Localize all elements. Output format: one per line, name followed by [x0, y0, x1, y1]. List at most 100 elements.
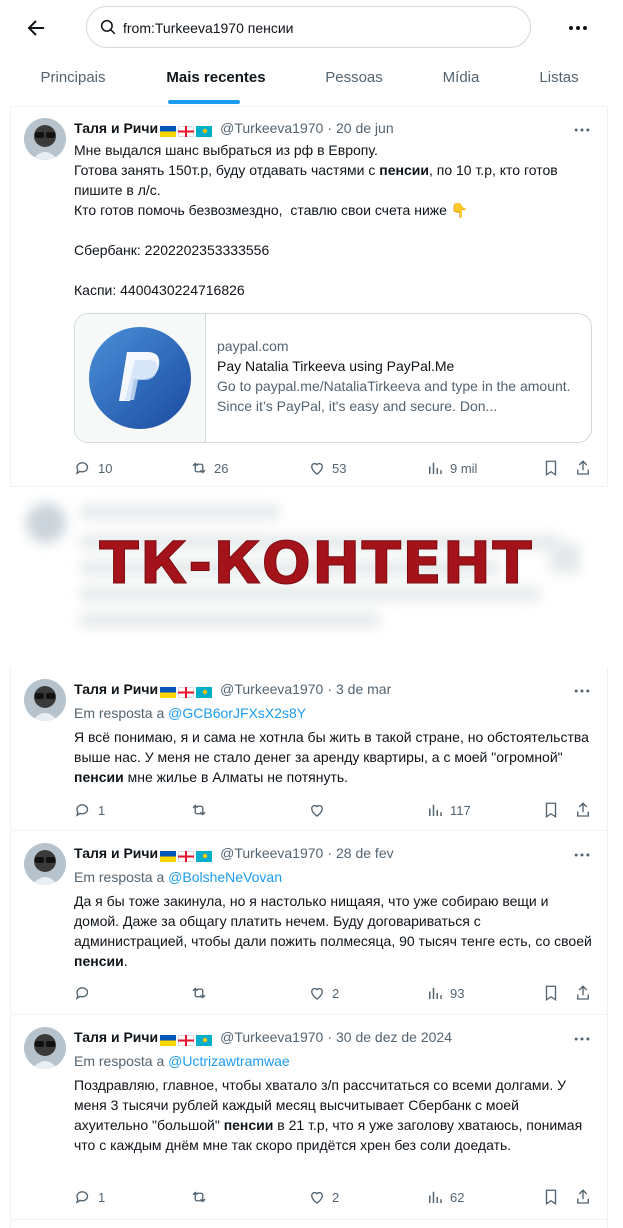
search-icon — [100, 19, 116, 35]
tweet-more-icon[interactable] — [572, 681, 592, 701]
handle[interactable]: @Turkeeva1970 — [220, 120, 323, 136]
views-button[interactable]: 9 mil — [426, 458, 477, 478]
tweet-date[interactable]: 20 de jun — [336, 120, 394, 136]
share-icon — [577, 460, 589, 475]
bookmark-button[interactable] — [542, 983, 560, 1003]
tweet-date[interactable]: 3 de mar — [336, 681, 391, 697]
reply-button[interactable] — [74, 983, 98, 1003]
tab-midia[interactable]: Mídia — [426, 56, 496, 106]
handle[interactable]: @Turkeeva1970 — [220, 681, 323, 697]
view-count: 117 — [450, 802, 471, 818]
share-button[interactable] — [574, 983, 592, 1003]
bookmark-button[interactable] — [542, 1187, 560, 1207]
views-icon — [429, 1191, 442, 1203]
tab-listas[interactable]: Listas — [524, 56, 594, 106]
display-name[interactable]: Таля и Ричи — [74, 1029, 158, 1045]
active-tab-indicator — [168, 100, 240, 104]
reply-button[interactable]: 1 — [74, 800, 105, 820]
display-name[interactable]: Таля и Ричи — [74, 120, 158, 136]
search-input[interactable] — [121, 15, 515, 41]
like-button[interactable]: 53 — [308, 458, 346, 478]
tweet-actions: 1 117 — [74, 800, 594, 820]
tweet-header: Таля и Ричи @Turkeeva1970 · 20 de jun — [74, 120, 394, 138]
kazakhstan-flag-icon — [196, 1034, 213, 1046]
tweet-date[interactable]: 30 de dez de 2024 — [336, 1029, 452, 1045]
retweet-button[interactable]: 26 — [190, 458, 228, 478]
tweet[interactable]: Таля и Ричи @Turkeeva1970 · 3 de mar Em res… — [10, 669, 608, 831]
display-name[interactable]: Таля и Ричи — [74, 681, 158, 697]
heart-icon — [311, 462, 323, 475]
reply-icon — [75, 1191, 89, 1204]
tweet-text: Я всё понимаю, я и сама не хотнла бы жит… — [74, 729, 593, 785]
link-card[interactable]: paypal.com Pay Natalia Tirkeeva using Pa… — [74, 313, 592, 443]
share-button[interactable] — [574, 1187, 592, 1207]
georgia-flag-icon — [178, 686, 195, 698]
like-count: 2 — [332, 985, 340, 1001]
avatar[interactable] — [24, 118, 66, 160]
tab-principais[interactable]: Principais — [16, 56, 130, 106]
reply-icon — [75, 462, 89, 475]
card-body: paypal.com Pay Natalia Tirkeeva using Pa… — [217, 336, 583, 416]
tweet-more-icon[interactable] — [572, 1029, 592, 1049]
bookmark-button[interactable] — [542, 458, 560, 478]
tweet[interactable]: Таля и Ричи @Turkeeva1970 · 28 de fev Em re… — [10, 831, 608, 1015]
avatar[interactable] — [24, 1027, 66, 1069]
reply-count: 1 — [98, 1189, 106, 1205]
search-box[interactable] — [86, 6, 531, 48]
retweet-button[interactable] — [190, 1187, 214, 1207]
flag-emojis — [160, 122, 214, 138]
tab-label: Principais — [40, 69, 106, 86]
tweet[interactable]: Таля и Ричи @Turkeeva1970 · 20 de jun Мне в… — [10, 106, 608, 487]
more-options-icon[interactable] — [566, 16, 590, 40]
reply-icon — [75, 987, 89, 1000]
share-button[interactable] — [574, 800, 592, 820]
heart-icon — [311, 1191, 323, 1204]
reply-button[interactable]: 1 — [74, 1187, 105, 1207]
handle[interactable]: @Turkeeva1970 — [220, 1029, 323, 1045]
tweet-actions: 10 26 53 9 mil — [74, 458, 594, 478]
retweet-button[interactable] — [190, 983, 214, 1003]
flag-emojis — [160, 683, 214, 699]
like-button[interactable]: 2 — [308, 1187, 339, 1207]
tweet-header: Таля и Ричи @Turkeeva1970 · 3 de mar — [74, 681, 392, 699]
tweet-more-icon[interactable] — [572, 845, 592, 865]
views-button[interactable]: 62 — [426, 1187, 464, 1207]
reply-to-link[interactable]: @GCB6orJFXsX2s8Y — [168, 705, 306, 721]
handle[interactable]: @Turkeeva1970 — [220, 845, 323, 861]
like-button[interactable] — [308, 800, 332, 820]
flag-emojis — [160, 1031, 214, 1047]
tweet-date[interactable]: 28 de fev — [336, 845, 394, 861]
tweet-actions: 1 2 62 — [74, 1187, 594, 1207]
tab-label: Pessoas — [325, 69, 383, 86]
retweet-button[interactable] — [190, 800, 214, 820]
retweet-icon — [192, 987, 206, 999]
views-button[interactable]: 117 — [426, 800, 471, 820]
reply-to-link[interactable]: @Uctrizawtramwae — [168, 1053, 290, 1069]
ukraine-flag-icon — [160, 125, 177, 137]
tweet-header: Таля и Ричи @Turkeeva1970 · 30 de dez de 20… — [74, 1029, 452, 1047]
like-button[interactable]: 2 — [308, 983, 339, 1003]
tab-mais-recentes[interactable]: Mais recentes — [148, 56, 284, 106]
views-button[interactable]: 93 — [426, 983, 464, 1003]
bookmark-icon — [545, 460, 557, 477]
paypal-logo-icon — [89, 327, 191, 429]
like-count: 2 — [332, 1189, 340, 1205]
display-name[interactable]: Таля и Ричи — [74, 845, 158, 861]
search-tabs: Principais Mais recentes Pessoas Mídia L… — [10, 56, 608, 107]
like-count: 53 — [332, 460, 347, 476]
avatar[interactable] — [24, 679, 66, 721]
avatar[interactable] — [24, 843, 66, 885]
reply-to-link[interactable]: @BolsheNeVovan — [168, 869, 282, 885]
tweet[interactable]: Таля и Ричи @Turkeeva1970 · 30 de dez de 20… — [10, 1015, 608, 1220]
top-bar — [0, 0, 623, 56]
tab-pessoas[interactable]: Pessoas — [304, 56, 404, 106]
back-arrow-icon[interactable] — [24, 16, 48, 40]
bookmark-button[interactable] — [542, 800, 560, 820]
retweet-icon — [192, 1191, 206, 1203]
flag-emojis — [160, 847, 214, 863]
tweet-more-icon[interactable] — [572, 120, 592, 140]
tab-label: Mais recentes — [166, 69, 266, 86]
tweet-text: Мне выдался шанс выбраться из рф в Европ… — [74, 142, 558, 298]
reply-button[interactable]: 10 — [74, 458, 112, 478]
share-button[interactable] — [574, 458, 592, 478]
